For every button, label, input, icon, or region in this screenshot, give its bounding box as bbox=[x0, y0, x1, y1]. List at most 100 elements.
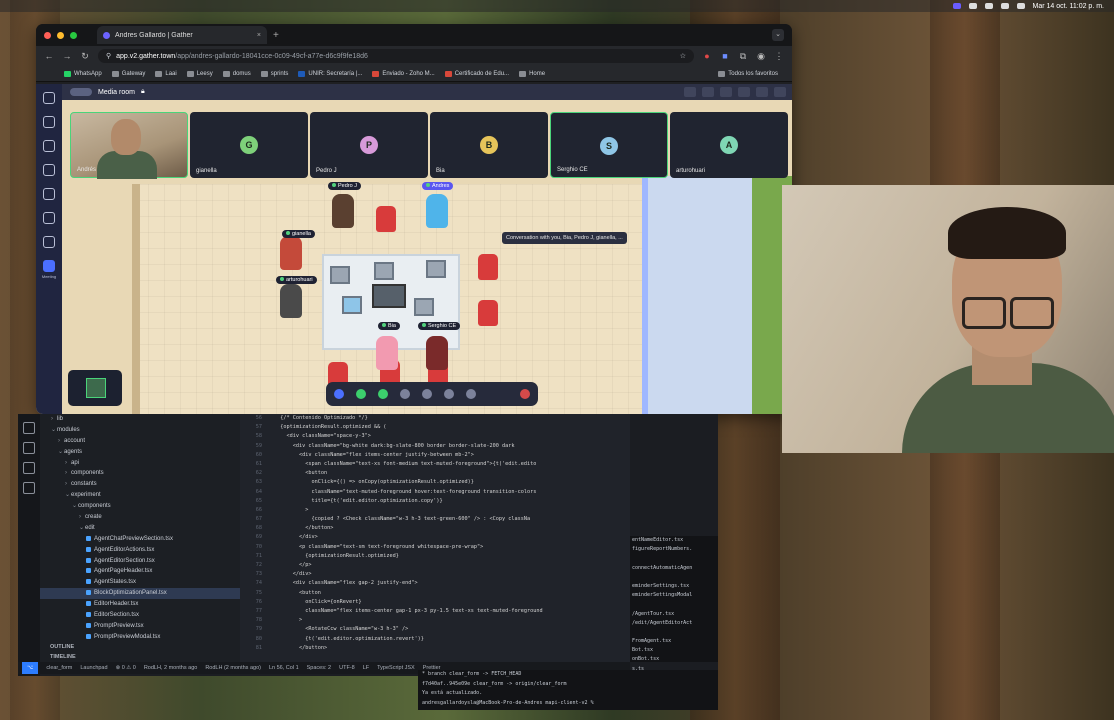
video-tile[interactable]: B Bia bbox=[430, 112, 548, 178]
avatar-gianella[interactable] bbox=[280, 236, 302, 270]
code-line[interactable]: 61 <span className="text-xs font-medium … bbox=[240, 460, 630, 469]
bookmark-item[interactable]: Gateway bbox=[111, 70, 145, 77]
folder-item[interactable]: ⌄components bbox=[40, 501, 240, 512]
search-icon[interactable] bbox=[23, 442, 35, 454]
participants-badge[interactable] bbox=[70, 88, 92, 96]
terminal-panel[interactable]: entNameEditor.tsx figureReportNumbers. con… bbox=[630, 536, 718, 690]
lock-icon[interactable]: 🔒︎ bbox=[141, 88, 145, 96]
terminal-output[interactable]: * branch clear_form -> FETCH_HEAD f7d40af… bbox=[418, 670, 718, 710]
battery-icon[interactable] bbox=[968, 3, 977, 9]
encoding[interactable]: UTF-8 bbox=[339, 665, 355, 671]
hand-icon[interactable] bbox=[444, 389, 454, 399]
code-line[interactable]: 73 </div> bbox=[240, 570, 630, 579]
all-bookmarks-folder[interactable]: Todos los favoritos bbox=[718, 70, 778, 77]
forward-icon[interactable]: → bbox=[62, 51, 72, 61]
new-tab-icon[interactable]: + bbox=[273, 30, 279, 41]
source-control-icon[interactable] bbox=[23, 462, 35, 474]
remote-icon[interactable]: ⌥ bbox=[22, 662, 39, 674]
code-line[interactable]: 58 <div className="space-y-3"> bbox=[240, 432, 630, 441]
folder-item[interactable]: ⌄agents bbox=[40, 447, 240, 458]
app-status-icon[interactable] bbox=[952, 3, 961, 9]
history-icon[interactable] bbox=[43, 140, 55, 152]
code-line[interactable]: 63 onClick={() => onCopy(optimizationRes… bbox=[240, 478, 630, 487]
file-item[interactable]: BlockOptimizationPanel.tsx bbox=[40, 588, 240, 600]
code-line[interactable]: 75 <button bbox=[240, 589, 630, 598]
bookmark-item[interactable]: sprints bbox=[260, 70, 288, 77]
bookmark-item[interactable]: Certificado de Edu... bbox=[444, 70, 509, 77]
file-item[interactable]: AgentEditorActions.tsx bbox=[40, 545, 240, 556]
bell-icon[interactable] bbox=[43, 236, 55, 248]
code-line[interactable]: 68 </button> bbox=[240, 524, 630, 533]
code-line[interactable]: 77 className="flex items-center gap-1 px… bbox=[240, 607, 630, 616]
code-line[interactable]: 69 </div> bbox=[240, 533, 630, 542]
avatar-arturo[interactable] bbox=[280, 284, 302, 318]
site-info-icon[interactable]: ⚲ bbox=[106, 52, 111, 60]
file-item[interactable]: EditorSection.tsx bbox=[40, 610, 240, 621]
avatar-bia[interactable] bbox=[376, 336, 398, 370]
code-line[interactable]: 59 <div className="bg-white dark:bg-slat… bbox=[240, 442, 630, 451]
control-center-icon[interactable] bbox=[1016, 3, 1025, 9]
file-item[interactable]: AgentPageHeader.tsx bbox=[40, 566, 240, 577]
camera-icon[interactable] bbox=[378, 389, 388, 399]
code-line[interactable]: 76 onClick={onRevert} bbox=[240, 598, 630, 607]
folder-item[interactable]: ⌄modules bbox=[40, 425, 240, 436]
wifi-icon[interactable] bbox=[984, 3, 993, 9]
avatar-button[interactable] bbox=[334, 389, 344, 399]
code-line[interactable]: 67 {copied ? <Check className="w-3 h-3 t… bbox=[240, 515, 630, 524]
minimap[interactable] bbox=[68, 370, 122, 406]
file-item[interactable]: PromptPreview.tsx bbox=[40, 621, 240, 632]
search-icon[interactable] bbox=[43, 116, 55, 128]
code-line[interactable]: 80 {t('edit.editor.optimization.revert')… bbox=[240, 635, 630, 644]
code-line[interactable]: 66 > bbox=[240, 506, 630, 515]
calendar-icon[interactable] bbox=[43, 212, 55, 224]
bookmark-item[interactable]: Leesy bbox=[186, 70, 213, 77]
close-tab-icon[interactable]: × bbox=[257, 32, 261, 39]
browser-menu-icon[interactable]: ⋮ bbox=[774, 51, 784, 62]
folder-item[interactable]: ⌄edit bbox=[40, 523, 240, 534]
extensions-icon[interactable] bbox=[23, 482, 35, 494]
code-line[interactable]: 71 {optimizationResult.optimized} bbox=[240, 552, 630, 561]
tab-search-icon[interactable]: ⌄ bbox=[772, 29, 784, 41]
video-tile[interactable]: S Serghio CE bbox=[550, 112, 668, 178]
avatar-andres[interactable] bbox=[426, 194, 448, 228]
language-mode[interactable]: TypeScript JSX bbox=[377, 665, 415, 671]
folder-item[interactable]: ⌄experiment bbox=[40, 490, 240, 501]
indentation[interactable]: Spaces: 2 bbox=[307, 665, 331, 671]
bookmark-item[interactable]: Enviado - Zoho M... bbox=[372, 70, 435, 77]
bookmark-item[interactable]: Home bbox=[519, 70, 545, 77]
git-blame[interactable]: RodLH, 2 months ago bbox=[144, 665, 198, 671]
video-tile[interactable]: P Pedro J bbox=[310, 112, 428, 178]
line-ending[interactable]: LF bbox=[363, 665, 369, 671]
file-item[interactable]: AgentStates.tsx bbox=[40, 577, 240, 588]
cursor-position[interactable]: Ln 56, Col 1 bbox=[269, 665, 299, 671]
problems-count[interactable]: ⊗ 0 ⚠ 0 bbox=[116, 665, 136, 671]
code-line[interactable]: 78 > bbox=[240, 616, 630, 625]
book-icon[interactable] bbox=[43, 164, 55, 176]
outline-section[interactable]: OUTLINE bbox=[40, 642, 240, 652]
code-editor[interactable]: 56 {/* Contenido Optimizado */} 57 {optim… bbox=[240, 414, 630, 662]
profile-icon[interactable]: ◉ bbox=[756, 51, 766, 62]
video-tile[interactable]: G gianella bbox=[190, 112, 308, 178]
avatar-pedro[interactable] bbox=[332, 194, 354, 228]
grid-view-icon[interactable] bbox=[756, 87, 768, 97]
code-line[interactable]: 79 <RotateCcw className="w-3 h-3" /> bbox=[240, 625, 630, 634]
code-line[interactable]: 72 </p> bbox=[240, 561, 630, 570]
folder-item[interactable]: › constants bbox=[40, 479, 240, 490]
file-item[interactable]: AgentEditorSection.tsx bbox=[40, 556, 240, 567]
leave-call-icon[interactable] bbox=[520, 389, 530, 399]
file-item[interactable]: EditorHeader.tsx bbox=[40, 599, 240, 610]
expand-icon[interactable] bbox=[774, 87, 786, 97]
minimize-window-button[interactable] bbox=[57, 31, 64, 39]
browser-tab[interactable]: Andres Gallardo | Gather × bbox=[97, 26, 267, 44]
video-tile[interactable]: Andrés bbox=[70, 112, 188, 179]
screen-share-icon[interactable] bbox=[422, 389, 432, 399]
code-line[interactable]: 65 title={t('edit.editor.optimization.co… bbox=[240, 497, 630, 506]
timeline-section[interactable]: TIMELINE bbox=[40, 652, 240, 662]
extension-icon[interactable]: ■ bbox=[720, 51, 730, 61]
file-item[interactable]: AgentChatPreviewSection.tsx bbox=[40, 534, 240, 545]
menubar-clock[interactable]: Mar 14 oct. 11:02 p. m. bbox=[1033, 3, 1104, 10]
avatar-serghio[interactable] bbox=[426, 336, 448, 370]
bookmark-item[interactable]: domus bbox=[222, 70, 251, 77]
settings-icon[interactable] bbox=[466, 389, 476, 399]
code-line[interactable]: 81 </button> bbox=[240, 644, 630, 653]
